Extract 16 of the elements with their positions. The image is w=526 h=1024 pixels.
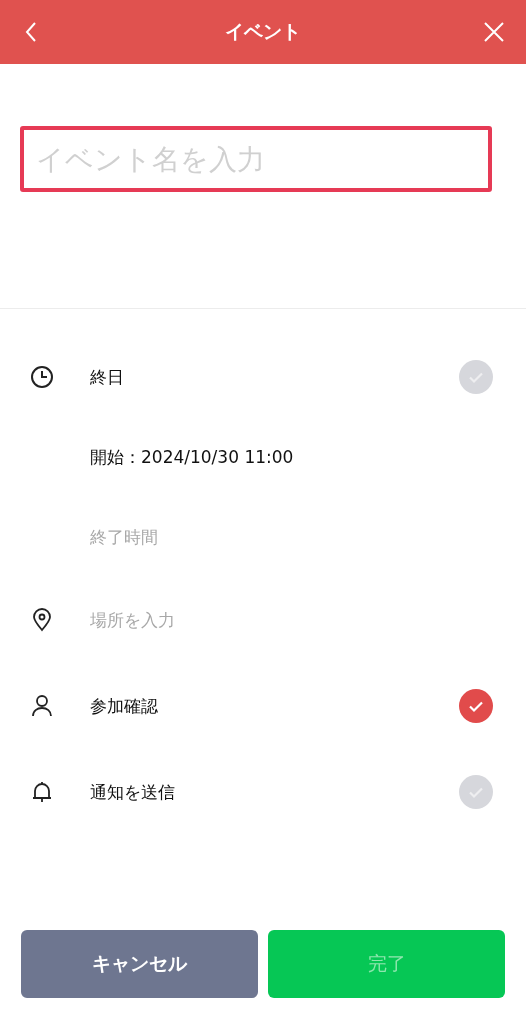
placeholder-label[interactable]: 終了時間	[90, 525, 493, 549]
close-icon[interactable]	[482, 20, 506, 44]
check-toggle-icon[interactable]	[459, 775, 493, 809]
cancel-button[interactable]: キャンセル	[21, 930, 258, 998]
placeholder-label[interactable]: 場所を入力	[90, 608, 493, 632]
clock-icon	[30, 365, 54, 389]
bell-icon	[30, 780, 54, 804]
setting-label: 参加確認	[90, 694, 159, 718]
start-time-label[interactable]: 開始：2024/10/30 11:00	[90, 445, 493, 469]
check-toggle-icon[interactable]	[459, 689, 493, 723]
person-icon	[30, 694, 54, 718]
screen-title: イベント	[225, 19, 301, 44]
location-pin-icon	[30, 608, 54, 632]
setting-label: 通知を送信	[90, 780, 176, 804]
check-toggle-icon[interactable]	[459, 360, 493, 394]
setting-label: 終日	[90, 365, 125, 389]
